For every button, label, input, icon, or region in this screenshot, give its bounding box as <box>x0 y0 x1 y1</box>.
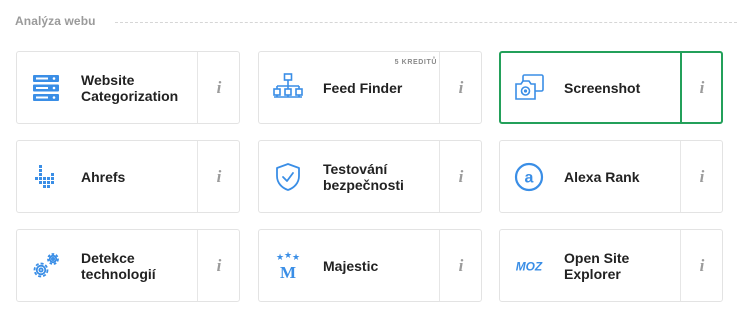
tool-card-open-site-explorer[interactable]: MOZ Open Site Explorer i <box>499 229 723 302</box>
ahrefs-icon <box>29 160 63 194</box>
section-header: Analýza webu <box>15 14 737 30</box>
tool-label: Feed Finder <box>323 79 403 96</box>
tool-label: Alexa Rank <box>564 168 640 185</box>
svg-text:★: ★ <box>276 253 284 263</box>
info-button[interactable]: i <box>681 53 723 122</box>
sitemap-icon <box>271 71 305 105</box>
section-divider <box>115 22 737 23</box>
tool-card-technology-detection[interactable]: Detekce technologií i <box>16 229 240 302</box>
tool-card-majestic[interactable]: ★ ★ ★ M Majestic i <box>258 229 482 302</box>
tool-card-screenshot[interactable]: Screenshot i <box>499 51 723 124</box>
shield-check-icon <box>271 160 305 194</box>
info-button[interactable]: i <box>198 230 240 301</box>
info-button[interactable]: i <box>440 141 482 212</box>
svg-text:★: ★ <box>284 251 292 261</box>
tool-card-alexa-rank[interactable]: a Alexa Rank i <box>499 140 723 213</box>
tool-label: Screenshot <box>564 79 641 96</box>
tool-card-ahrefs[interactable]: Ahrefs i <box>16 140 240 213</box>
svg-text:★: ★ <box>292 253 300 263</box>
info-button[interactable]: i <box>440 52 482 123</box>
svg-text:M: M <box>280 263 296 281</box>
tool-label: Testování bezpečnosti <box>323 160 404 193</box>
tool-card-security-testing[interactable]: Testování bezpečnosti i <box>258 140 482 213</box>
tool-label: Ahrefs <box>81 168 126 185</box>
alexa-icon: a <box>512 160 546 194</box>
tool-label: Detekce technologií <box>81 249 156 282</box>
info-button[interactable]: i <box>681 230 723 301</box>
moz-icon: MOZ <box>512 249 546 283</box>
tool-card-feed-finder[interactable]: 5 KREDITŮ Feed Finder i <box>258 51 482 124</box>
info-button[interactable]: i <box>681 141 723 212</box>
majestic-icon: ★ ★ ★ M <box>271 249 305 283</box>
svg-text:a: a <box>525 170 534 187</box>
tool-label: Website Categorization <box>81 71 179 104</box>
tool-card-website-categorization[interactable]: Website Categorization i <box>16 51 240 124</box>
tool-label: Open Site Explorer <box>564 249 630 282</box>
section-title: Analýza webu <box>15 14 96 28</box>
info-button[interactable]: i <box>198 141 240 212</box>
tool-label: Majestic <box>323 257 379 274</box>
camera-screenshot-icon <box>512 71 546 105</box>
server-stack-icon <box>29 71 63 105</box>
info-button[interactable]: i <box>440 230 482 301</box>
info-button[interactable]: i <box>198 52 240 123</box>
gears-icon <box>29 249 63 283</box>
svg-text:MOZ: MOZ <box>516 260 543 274</box>
